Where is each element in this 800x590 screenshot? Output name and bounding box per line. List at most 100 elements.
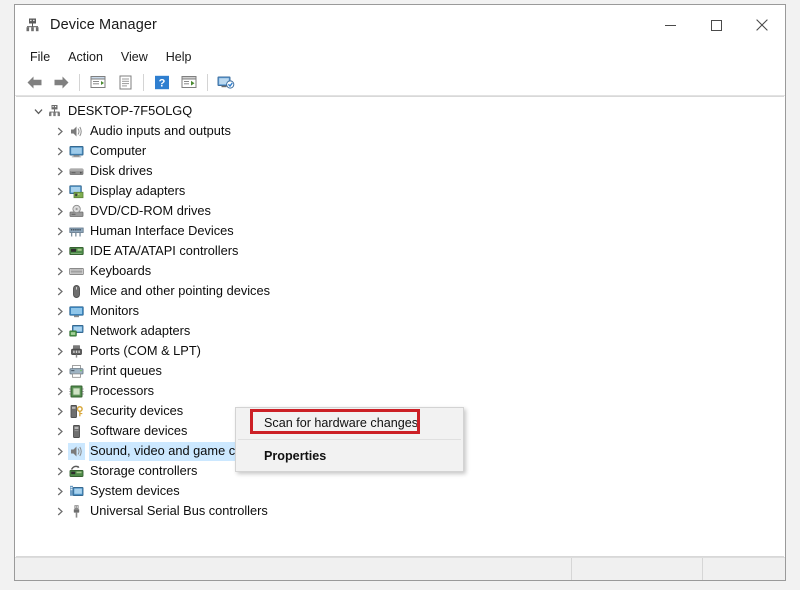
tree-item-label: Storage controllers (89, 462, 199, 481)
tree-item-processors[interactable]: Processors (16, 381, 784, 401)
menu-bar: File Action View Help (15, 45, 785, 69)
tree-item-mice-and-other-pointing-devices[interactable]: Mice and other pointing devices (16, 281, 784, 301)
toolbar: ? (15, 69, 785, 96)
tree-item-label: Computer (89, 142, 148, 161)
computer-icon (68, 143, 85, 160)
close-button[interactable] (739, 5, 785, 45)
context-menu-separator (238, 439, 461, 440)
context-menu-item-scan-for-hardware-changes[interactable]: Scan for hardware changes (236, 410, 463, 436)
scan-for-hardware-changes-icon[interactable] (213, 71, 239, 93)
processor-icon (68, 383, 85, 400)
menu-file[interactable]: File (21, 48, 59, 67)
software-device-icon (68, 423, 85, 440)
tree-item-computer[interactable]: Computer (16, 141, 784, 161)
computer-root-icon (46, 103, 63, 120)
tree-item-label: Keyboards (89, 262, 153, 281)
chevron-right-icon[interactable] (52, 423, 68, 439)
chevron-right-icon[interactable] (52, 383, 68, 399)
chevron-right-icon[interactable] (52, 243, 68, 259)
network-adapter-icon (68, 323, 85, 340)
menu-help[interactable]: Help (157, 48, 201, 67)
tree-item-universal-serial-bus-controllers[interactable]: Universal Serial Bus controllers (16, 501, 784, 521)
toolbar-separator (143, 74, 144, 91)
chevron-right-icon[interactable] (52, 443, 68, 459)
show-hidden-devices-icon[interactable] (112, 71, 138, 93)
chevron-right-icon[interactable] (52, 203, 68, 219)
tree-item-network-adapters[interactable]: Network adapters (16, 321, 784, 341)
tree-root-desktop[interactable]: DESKTOP-7F5OLGQ (16, 101, 784, 121)
tree-item-label: DVD/CD-ROM drives (89, 202, 213, 221)
dvd-drive-icon (68, 203, 85, 220)
security-device-icon (68, 403, 85, 420)
help-icon[interactable]: ? (149, 71, 175, 93)
status-cell-mid (572, 558, 703, 580)
chevron-right-icon[interactable] (52, 303, 68, 319)
title-bar: Device Manager (15, 5, 785, 45)
tree-item-ports-com-and-lpt[interactable]: Ports (COM & LPT) (16, 341, 784, 361)
context-menu[interactable]: Scan for hardware changes Properties (235, 407, 464, 472)
tree-item-label: Universal Serial Bus controllers (89, 502, 270, 521)
storage-controller-icon (68, 463, 85, 480)
printer-icon (68, 363, 85, 380)
toolbar-separator (79, 74, 80, 91)
chevron-right-icon[interactable] (52, 263, 68, 279)
system-device-icon (68, 483, 85, 500)
monitor-icon (68, 303, 85, 320)
device-manager-window: Device Manager File Action View Help (14, 4, 786, 581)
display-adapter-icon (68, 183, 85, 200)
properties-icon[interactable] (85, 71, 111, 93)
tree-item-label: Software devices (89, 422, 189, 441)
status-cell-right (703, 558, 785, 580)
tree-item-keyboards[interactable]: Keyboards (16, 261, 784, 281)
maximize-button[interactable] (693, 5, 739, 45)
chevron-right-icon[interactable] (52, 463, 68, 479)
tree-item-disk-drives[interactable]: Disk drives (16, 161, 784, 181)
minimize-button[interactable] (647, 5, 693, 45)
chevron-right-icon[interactable] (52, 483, 68, 499)
tree-item-label: Network adapters (89, 322, 192, 341)
screenshot-root: Device Manager File Action View Help (0, 0, 800, 590)
back-icon[interactable] (21, 71, 47, 93)
menu-action[interactable]: Action (59, 48, 112, 67)
ide-controller-icon (68, 243, 85, 260)
tree-item-system-devices[interactable]: System devices (16, 481, 784, 501)
tree-item-human-interface-devices[interactable]: Human Interface Devices (16, 221, 784, 241)
chevron-right-icon[interactable] (52, 363, 68, 379)
chevron-right-icon[interactable] (52, 503, 68, 519)
chevron-right-icon[interactable] (52, 123, 68, 139)
status-bar (15, 557, 785, 580)
chevron-right-icon[interactable] (52, 323, 68, 339)
chevron-right-icon[interactable] (52, 183, 68, 199)
window-title: Device Manager (50, 17, 157, 33)
menu-view[interactable]: View (112, 48, 157, 67)
chevron-right-icon[interactable] (52, 283, 68, 299)
context-menu-item-label: Scan for hardware changes (264, 416, 418, 430)
chevron-right-icon[interactable] (52, 403, 68, 419)
chevron-right-icon[interactable] (52, 143, 68, 159)
update-driver-icon[interactable] (176, 71, 202, 93)
svg-text:?: ? (159, 77, 166, 89)
tree-item-display-adapters[interactable]: Display adapters (16, 181, 784, 201)
device-tree-panel[interactable]: DESKTOP-7F5OLGQ Audio inputs and o (16, 96, 784, 557)
context-menu-item-properties[interactable]: Properties (236, 443, 463, 469)
tree-item-label: Audio inputs and outputs (89, 122, 233, 141)
chevron-right-icon[interactable] (52, 343, 68, 359)
tree-item-label: Processors (89, 382, 156, 401)
tree-item-print-queues[interactable]: Print queues (16, 361, 784, 381)
hid-icon (68, 223, 85, 240)
port-icon (68, 343, 85, 360)
tree-item-audio-inputs-and-outputs[interactable]: Audio inputs and outputs (16, 121, 784, 141)
forward-icon[interactable] (48, 71, 74, 93)
tree-item-dvd-cd-rom-drives[interactable]: DVD/CD-ROM drives (16, 201, 784, 221)
speaker-icon (68, 123, 85, 140)
chevron-right-icon[interactable] (52, 163, 68, 179)
tree-item-ide-ata-atapi-controllers[interactable]: IDE ATA/ATAPI controllers (16, 241, 784, 261)
tree-item-label: System devices (89, 482, 182, 501)
chevron-right-icon[interactable] (52, 223, 68, 239)
device-manager-icon (23, 16, 41, 34)
chevron-down-icon[interactable] (30, 103, 46, 119)
tree-item-label: Mice and other pointing devices (89, 282, 272, 301)
tree-item-label: Ports (COM & LPT) (89, 342, 203, 361)
tree-item-label: Print queues (89, 362, 164, 381)
tree-item-monitors[interactable]: Monitors (16, 301, 784, 321)
